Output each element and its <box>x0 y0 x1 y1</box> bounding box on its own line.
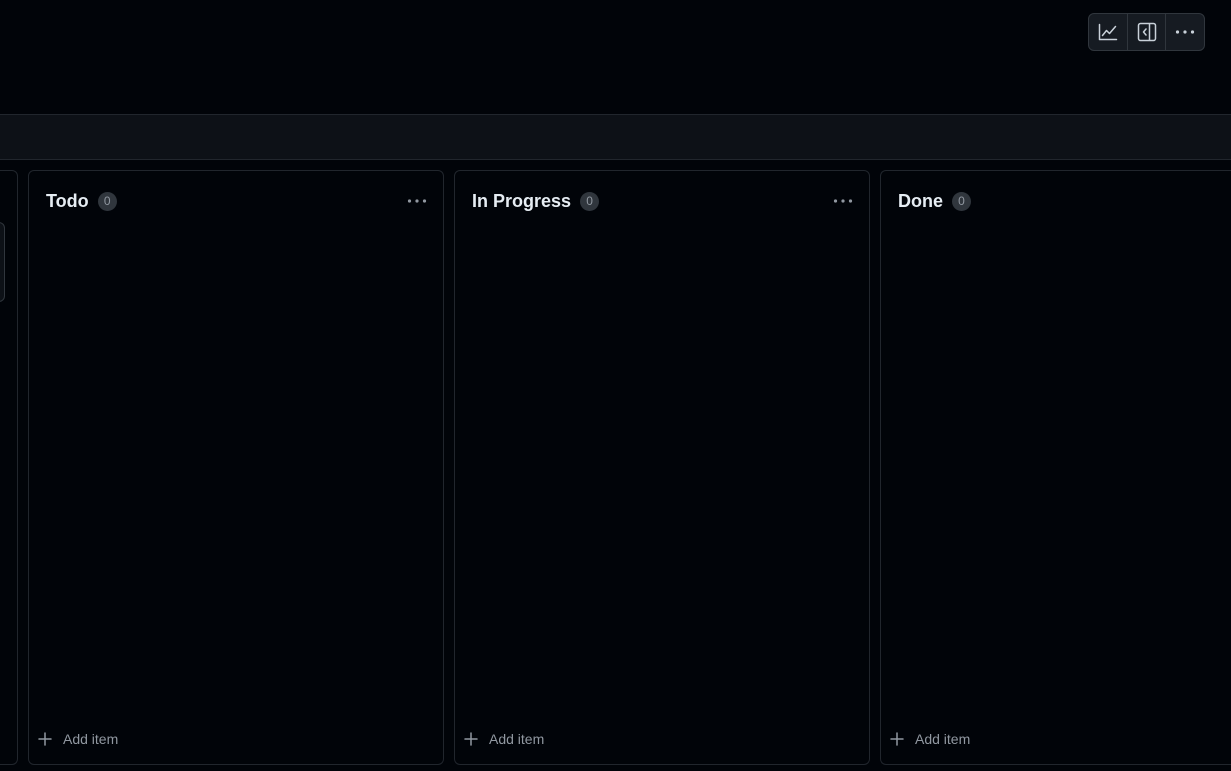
column-menu-button[interactable] <box>405 191 429 211</box>
column-title: Todo <box>46 190 89 211</box>
toggle-sidebar-button[interactable] <box>1128 14 1167 50</box>
add-item-label: Add item <box>915 731 971 747</box>
add-item-label: Add item <box>63 731 119 747</box>
column-count-badge: 0 <box>580 191 600 211</box>
plus-icon <box>890 732 904 746</box>
board-column-done: Done 0 Add item <box>880 170 1231 765</box>
more-options-button[interactable] <box>1166 14 1204 50</box>
project-board-page: Todo 0 Add item In Progress 0 Add item D… <box>0 0 1231 771</box>
add-item-label: Add item <box>489 731 545 747</box>
column-menu-button[interactable] <box>831 191 855 211</box>
column-title: In Progress <box>472 190 572 211</box>
column-title: Done <box>898 190 943 211</box>
board-card-partial[interactable] <box>0 222 5 302</box>
view-toolbar <box>1088 13 1205 51</box>
plus-icon <box>464 732 478 746</box>
kebab-horizontal-icon <box>833 199 853 203</box>
add-item-button[interactable]: Add item <box>464 728 544 750</box>
column-count-badge: 0 <box>952 191 971 211</box>
board-column-in-progress: In Progress 0 Add item <box>454 170 870 765</box>
column-header: In Progress 0 <box>472 189 855 213</box>
insights-button[interactable] <box>1089 14 1128 50</box>
board-column-todo: Todo 0 Add item <box>28 170 444 765</box>
filter-bar[interactable] <box>0 114 1231 160</box>
sidebar-panel-icon <box>1137 22 1156 42</box>
column-count-badge: 0 <box>97 191 117 211</box>
kebab-horizontal-icon <box>407 199 427 203</box>
add-item-button[interactable]: Add item <box>38 728 118 750</box>
column-header: Todo 0 <box>46 189 429 213</box>
kebab-horizontal-icon <box>1176 30 1195 34</box>
add-item-button[interactable]: Add item <box>890 728 970 750</box>
plus-icon <box>38 732 52 746</box>
column-header: Done 0 <box>898 189 1226 213</box>
graph-icon <box>1098 23 1118 41</box>
